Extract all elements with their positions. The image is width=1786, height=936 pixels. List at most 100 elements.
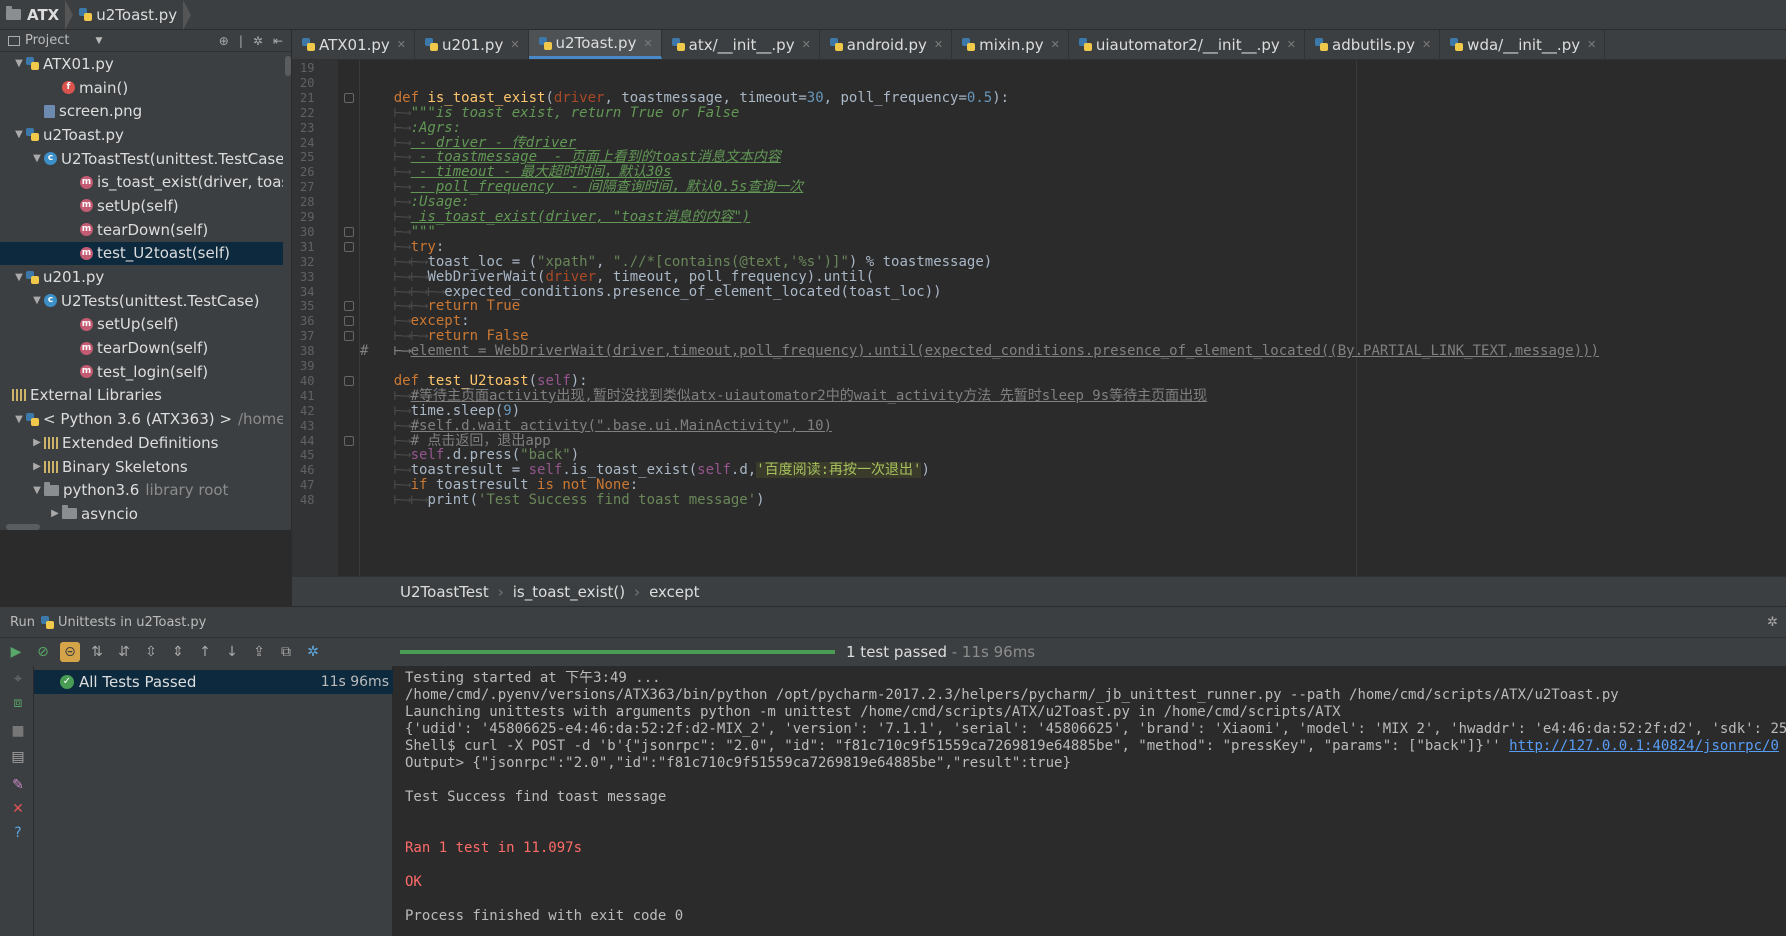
editor-tab[interactable]: atx/__init__.py ✕ <box>662 30 820 59</box>
pin-tab-icon[interactable]: ✎ <box>11 778 25 792</box>
pin-icon[interactable]: ⌖ <box>11 672 25 686</box>
close-icon[interactable]: ✕ <box>643 37 652 50</box>
expand-arrow-icon[interactable]: ▼ <box>12 129 26 140</box>
nav-crumb-project[interactable]: ATX <box>0 0 65 29</box>
project-tree-item[interactable]: ▼ u201.py <box>0 265 283 289</box>
code-token: ): <box>992 89 1010 106</box>
project-tree-item[interactable]: ▶ asyncio <box>0 502 283 520</box>
sort-alpha-icon[interactable]: ⇅ <box>87 642 107 662</box>
code-line[interactable]: # ⊢⟶element = WebDriverWait(driver,timeo… <box>360 343 1599 360</box>
code-token: driver <box>553 89 605 106</box>
project-tree-item[interactable]: ▼ c U2Tests(unittest.TestCase) <box>0 289 283 313</box>
expand-arrow-icon[interactable]: ▼ <box>30 295 44 306</box>
project-tree-item[interactable]: screen.png <box>0 99 283 123</box>
sort-duration-icon[interactable]: ⇵ <box>114 642 134 662</box>
fold-marker-icon[interactable] <box>344 435 354 446</box>
close-icon[interactable]: ✕ <box>934 38 943 51</box>
collapse-all-icon[interactable]: ⇕ <box>168 642 188 662</box>
code-line[interactable]: ⊢⟶⊢⟶print('Test Success find toast messa… <box>360 492 765 509</box>
close-icon[interactable]: ✕ <box>1287 38 1296 51</box>
settings-icon[interactable]: ✲ <box>303 642 323 662</box>
project-view-selector[interactable]: Project <box>25 33 69 48</box>
project-tree-item[interactable]: m setUp(self) <box>0 194 283 218</box>
layout-icon[interactable]: ⧈ <box>11 696 25 710</box>
close-icon[interactable]: ✕ <box>1422 38 1431 51</box>
project-tree-item[interactable]: External Libraries <box>0 384 283 408</box>
editor-tab[interactable]: android.py ✕ <box>820 30 953 59</box>
import-icon[interactable]: ⧉ <box>276 642 296 662</box>
collapse-arrow-icon[interactable]: ▶ <box>30 461 44 472</box>
python-file-icon <box>79 8 93 21</box>
project-tree-item[interactable]: m tearDown(self) <box>0 218 283 242</box>
project-tree-item[interactable]: ▼ < Python 3.6 (ATX363) > /home/cmd/.pyenv… <box>0 407 283 431</box>
breadcrumb-class[interactable]: U2ToastTest <box>400 583 489 601</box>
code-editor[interactable]: 19 20 21 22 23 24 25 26 27 28 29 30 31 32 33 34 35 36 37 38… <box>292 60 1786 576</box>
export-icon[interactable]: ⇪ <box>249 642 269 662</box>
project-tree-item[interactable]: f main() <box>0 76 283 100</box>
code-token: is not None <box>537 477 630 494</box>
hide-panel-icon[interactable]: ⇤ <box>273 34 283 48</box>
project-tree-item[interactable]: ▼ python3.6 library root <box>0 478 283 502</box>
project-tree-item[interactable]: m test_U2toast(self) <box>0 241 283 266</box>
collapse-arrow-icon[interactable]: ▶ <box>48 508 62 519</box>
scroll-from-source-icon[interactable]: ⊕ <box>219 34 229 48</box>
dump-threads-icon[interactable]: ▤ <box>11 750 25 764</box>
close-icon[interactable]: ✕ <box>510 38 519 51</box>
gear-icon[interactable]: ✲ <box>1767 615 1778 630</box>
show-passed-icon[interactable]: ⊘ <box>33 642 53 662</box>
project-tree-item[interactable]: ▶ Binary Skeletons <box>0 455 283 479</box>
show-ignored-icon[interactable]: ⊝ <box>60 642 80 662</box>
project-tree-item[interactable]: ▶ Extended Definitions <box>0 431 283 455</box>
editor-tab[interactable]: wda/__init__.py ✕ <box>1440 30 1606 59</box>
editor-tab[interactable]: u201.py ✕ <box>415 30 529 59</box>
editor-tab[interactable]: u2Toast.py ✕ <box>528 30 662 59</box>
gear-icon[interactable]: ✲ <box>253 34 263 48</box>
expand-arrow-icon[interactable]: ▼ <box>30 485 44 496</box>
project-tree-item[interactable]: m tearDown(self) <box>0 336 283 360</box>
fold-marker-icon[interactable] <box>344 316 354 327</box>
previous-test-icon[interactable]: ↑ <box>195 642 215 662</box>
editor-tab[interactable]: ATX01.py ✕ <box>292 30 416 59</box>
help-icon[interactable]: ? <box>11 826 25 840</box>
fold-marker-icon[interactable] <box>344 331 354 342</box>
chevron-down-icon[interactable]: ▼ <box>95 36 102 46</box>
project-tree-item[interactable]: ▼ c U2ToastTest(unittest.TestCase) <box>0 147 283 171</box>
fold-marker-icon[interactable] <box>344 226 354 237</box>
console-output[interactable]: Testing started at 下午3:49 .../home/cmd/.… <box>393 666 1786 936</box>
code-token: ⊢⟶ <box>360 402 411 419</box>
test-result-row[interactable]: ✓ All Tests Passed 11s 96ms <box>34 670 393 694</box>
next-test-icon[interactable]: ↓ <box>222 642 242 662</box>
expand-all-icon[interactable]: ⇳ <box>141 642 161 662</box>
project-tree-item[interactable]: ▼ ATX01.py <box>0 52 283 76</box>
project-tree-item[interactable]: m setUp(self) <box>0 313 283 337</box>
collapse-arrow-icon[interactable]: ▶ <box>30 437 44 448</box>
rerun-icon[interactable]: ▶ <box>6 642 26 662</box>
expand-arrow-icon[interactable]: ▼ <box>30 153 44 164</box>
expand-arrow-icon[interactable]: ▼ <box>12 414 26 425</box>
editor-tab[interactable]: uiautomator2/__init__.py ✕ <box>1069 30 1305 59</box>
project-tree-item[interactable]: m test_login(self) <box>0 360 283 384</box>
stop-icon[interactable]: ■ <box>11 724 25 738</box>
fold-marker-icon[interactable] <box>344 241 354 252</box>
breadcrumb-method[interactable]: is_toast_exist() <box>513 583 625 601</box>
nav-crumb-file[interactable]: u2Toast.py <box>73 0 183 29</box>
horizontal-scrollbar[interactable] <box>6 524 40 530</box>
close-icon[interactable]: ✕ <box>397 38 406 51</box>
method-icon: m <box>80 175 93 189</box>
close-icon[interactable]: ✕ <box>11 802 25 816</box>
close-icon[interactable]: ✕ <box>1051 38 1060 51</box>
vertical-scrollbar[interactable] <box>285 56 291 76</box>
fold-marker-icon[interactable] <box>344 301 354 312</box>
editor-tab[interactable]: mixin.py ✕ <box>952 30 1069 59</box>
fold-marker-icon[interactable] <box>344 375 354 386</box>
close-icon[interactable]: ✕ <box>802 38 811 51</box>
console-link[interactable]: http://127.0.0.1:40824/jsonrpc/0 <box>1509 738 1779 754</box>
breadcrumb-block[interactable]: except <box>649 583 699 601</box>
fold-marker-icon[interactable] <box>344 92 354 103</box>
project-tree-item[interactable]: m is_toast_exist(driver, toastmessage, ti… <box>0 170 283 194</box>
expand-arrow-icon[interactable]: ▼ <box>12 58 26 69</box>
close-icon[interactable]: ✕ <box>1587 38 1596 51</box>
editor-tab[interactable]: adbutils.py ✕ <box>1305 30 1441 59</box>
project-tree-item[interactable]: ▼ u2Toast.py <box>0 123 283 147</box>
expand-arrow-icon[interactable]: ▼ <box>12 272 26 283</box>
